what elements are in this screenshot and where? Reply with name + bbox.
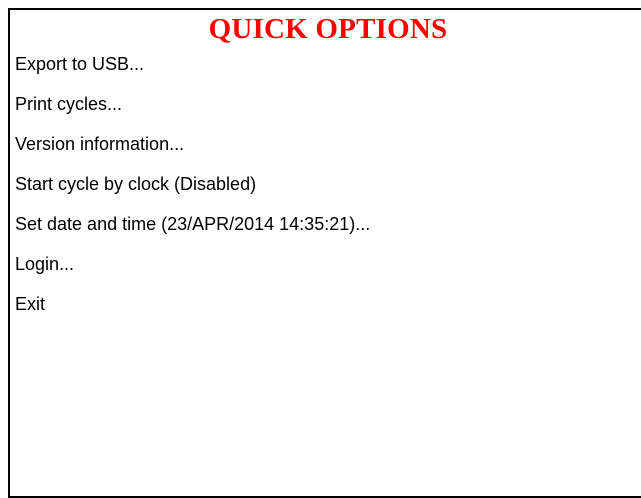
- menu-item-set-date-and-time[interactable]: Set date and time (23/APR/2014 14:35:21)…: [15, 210, 370, 250]
- panel-title: QUICK OPTIONS: [208, 13, 448, 45]
- quick-options-panel: QUICK OPTIONS Export to USB... Print cyc…: [8, 8, 641, 498]
- menu-item-print-cycles[interactable]: Print cycles...: [15, 90, 370, 130]
- menu-item-version-information[interactable]: Version information...: [15, 130, 370, 170]
- options-menu: Export to USB... Print cycles... Version…: [15, 50, 370, 330]
- menu-item-login[interactable]: Login...: [15, 250, 370, 290]
- menu-item-export-to-usb[interactable]: Export to USB...: [15, 50, 370, 90]
- menu-item-start-cycle-by-clock[interactable]: Start cycle by clock (Disabled): [15, 170, 370, 210]
- menu-item-exit[interactable]: Exit: [15, 290, 370, 330]
